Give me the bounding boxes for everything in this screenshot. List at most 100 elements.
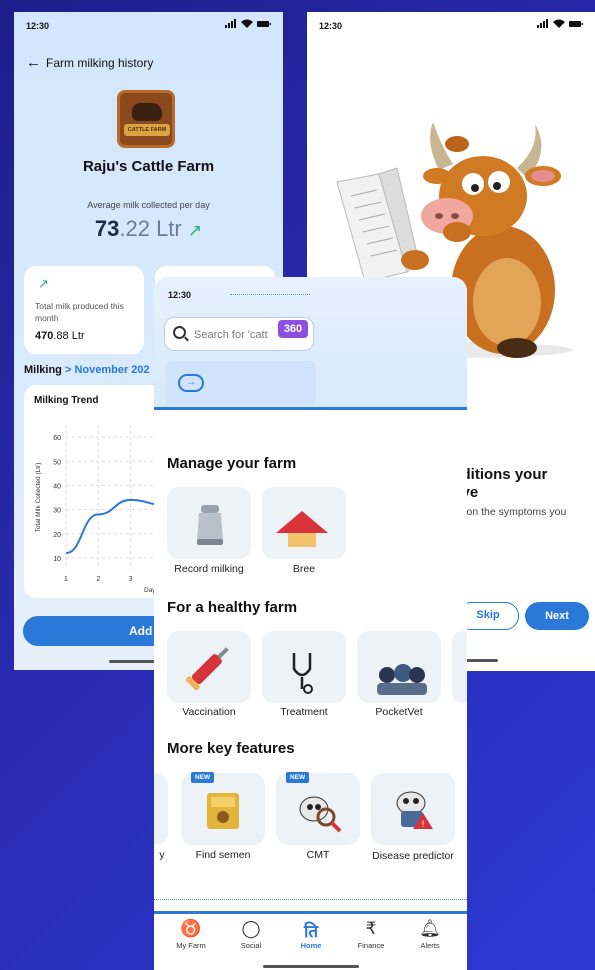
card-whole: 470 (35, 330, 54, 342)
avg-unit: Ltr (156, 216, 182, 241)
x-tick-label: 1 (64, 576, 68, 583)
home-header: 12:30 Search for 'catt 360 → (154, 277, 467, 407)
arrow-right-icon[interactable]: → (178, 374, 204, 392)
semen-box-icon (207, 793, 239, 829)
avg-decimal: .22 (119, 216, 150, 241)
promo-banner[interactable]: → (166, 361, 316, 405)
new-badge: NEW (286, 772, 310, 783)
nav-divider-dotted (154, 899, 467, 900)
home-screen: 12:30 Search for 'catt 360 → Manage your… (154, 277, 467, 970)
cmt-tile[interactable]: NEW (276, 772, 360, 845)
nav-home[interactable]: ति Home (281, 919, 341, 950)
battery-icon (257, 20, 271, 27)
breadcrumb: Milking > November 202 (24, 364, 150, 376)
status-bar: 12:30 (14, 12, 283, 36)
monthly-total-card[interactable]: ↗ Total milk produced this month 470.88 … (24, 266, 144, 354)
trend-up-icon: ↗ (38, 276, 49, 291)
partial-tile[interactable] (452, 631, 467, 703)
milk-can-icon (197, 505, 223, 545)
treatment-tile[interactable] (262, 631, 346, 703)
breadcrumb-separator: > (64, 364, 72, 376)
svg-text:!: ! (422, 819, 425, 829)
search-placeholder: Search for 'catt (194, 329, 268, 341)
page-title: Farm milking history (46, 56, 154, 70)
section-manage-title: Manage your farm (167, 455, 297, 472)
status-time: 12:30 (26, 21, 50, 31)
signal-icons (225, 19, 271, 28)
nav-label: Social (240, 941, 262, 950)
card-value: 470.88 Ltr (35, 330, 85, 342)
breadcrumb-month[interactable]: November 202 (74, 364, 149, 376)
cow-warning-icon: ! (396, 791, 433, 829)
breeding-tile[interactable] (262, 487, 346, 559)
record-milking-label: Record milking (174, 563, 244, 575)
breadcrumb-root[interactable]: Milking (24, 364, 62, 376)
barn-icon (276, 511, 328, 547)
y-tick-label: 30 (53, 508, 61, 515)
cow-silhouette-icon (132, 103, 162, 121)
y-tick-label: 20 (53, 532, 61, 539)
farm-logo: CATTLE FARM (117, 90, 175, 148)
record-milking-tile[interactable] (167, 487, 251, 559)
x-tick-label: 2 (96, 576, 100, 583)
status-bar: 12:30 (307, 12, 595, 36)
nav-label: My Farm (176, 941, 206, 950)
wifi-icon (241, 19, 253, 28)
nav-divider (154, 911, 467, 914)
section-healthy-title: For a healthy farm (167, 599, 298, 616)
logo-banner: CATTLE FARM (124, 124, 170, 136)
farm-name: Raju's Cattle Farm (82, 158, 215, 175)
avg-milk-value: 73.22 Ltr ↗ (14, 216, 283, 242)
partial-feature-tile[interactable] (154, 773, 168, 845)
disease-predictor-tile[interactable]: ! (371, 773, 455, 845)
home-icon: ति (303, 922, 319, 941)
stethoscope-icon (292, 653, 313, 694)
battery-icon (569, 20, 583, 27)
y-tick-label: 10 (53, 556, 61, 563)
card-unit: Ltr (71, 330, 85, 342)
feature-360-badge[interactable]: 360 (278, 320, 308, 338)
cellular-icon (225, 19, 236, 28)
pocketvet-label: PocketVet (375, 706, 423, 718)
nav-label: Finance (357, 941, 385, 950)
vaccination-tile[interactable] (167, 631, 251, 703)
disease-predictor-label: Disease predictor (372, 850, 454, 862)
nav-finance[interactable]: ₹ Finance (341, 919, 401, 950)
home-indicator (263, 965, 359, 968)
back-arrow-icon[interactable]: ← (26, 54, 41, 71)
cow-face-icon: ♉ (180, 919, 202, 938)
nav-label: Home (300, 941, 322, 950)
vaccination-label: Vaccination (182, 706, 236, 718)
treatment-label: Treatment (280, 706, 328, 718)
find-semen-label: Find semen (195, 849, 251, 861)
avg-milk-label: Average milk collected per day (87, 200, 210, 210)
search-icon (173, 326, 186, 339)
nav-label: Alerts (420, 941, 440, 950)
chat-bubble-icon: ◯ (241, 919, 261, 938)
breeding-label: Bree (292, 563, 316, 575)
cellular-icon (537, 19, 548, 28)
wifi-icon (553, 19, 565, 28)
pocketvet-tile[interactable] (357, 631, 441, 703)
status-time: 12:30 (168, 290, 192, 300)
nav-social[interactable]: ◯ Social (221, 919, 281, 950)
status-time: 12:30 (319, 21, 343, 31)
nav-alerts[interactable]: 🔔︎ Alerts (400, 919, 460, 950)
vet-team-icon (377, 664, 427, 695)
next-button[interactable]: Next (525, 602, 589, 630)
rupee-icon: ₹ (365, 919, 377, 938)
y-tick-label: 50 (53, 459, 61, 466)
cow-magnifier-icon (299, 796, 342, 833)
card-label: Total milk produced this month (35, 301, 124, 323)
section-more-title: More key features (167, 740, 295, 757)
cmt-label: CMT (306, 849, 330, 861)
nav-my-farm[interactable]: ♉ My Farm (161, 919, 221, 950)
status-divider (230, 294, 310, 295)
bell-icon: 🔔︎ (419, 919, 441, 938)
find-semen-tile[interactable]: NEW (181, 772, 265, 845)
trend-up-icon: ↗ (187, 221, 203, 240)
x-tick-label: 3 (129, 576, 133, 583)
y-tick-label: 40 (53, 483, 61, 490)
signal-icons (537, 19, 583, 28)
header-divider (154, 407, 467, 410)
